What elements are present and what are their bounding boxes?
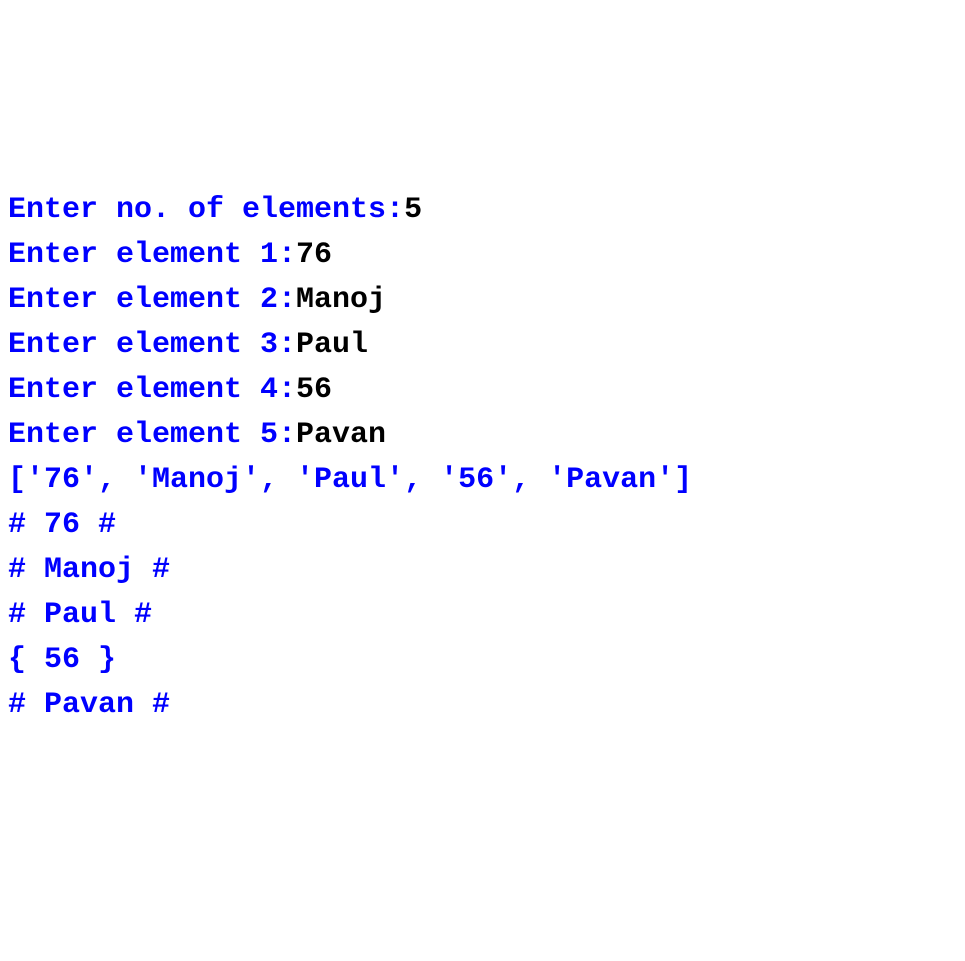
input-line-4: Enter element 3:Paul: [8, 323, 957, 368]
output-line-5: { 56 }: [8, 638, 957, 683]
input-line-1: Enter no. of elements:5: [8, 188, 957, 233]
prompt-text: Enter element 3:: [8, 328, 296, 362]
user-input: 5: [404, 193, 422, 227]
user-input: Paul: [296, 328, 368, 362]
input-line-5: Enter element 4:56: [8, 368, 957, 413]
user-input: Manoj: [296, 283, 386, 317]
prompt-text: Enter element 5:: [8, 418, 296, 452]
prompt-text: Enter element 4:: [8, 373, 296, 407]
input-line-3: Enter element 2:Manoj: [8, 278, 957, 323]
prompt-text: Enter element 2:: [8, 283, 296, 317]
input-line-6: Enter element 5:Pavan: [8, 413, 957, 458]
output-line-6: # Pavan #: [8, 683, 957, 728]
prompt-text: Enter no. of elements:: [8, 193, 404, 227]
user-input: 56: [296, 373, 332, 407]
prompt-text: Enter element 1:: [8, 238, 296, 272]
user-input: Pavan: [296, 418, 386, 452]
output-line-4: # Paul #: [8, 593, 957, 638]
output-line-1: ['76', 'Manoj', 'Paul', '56', 'Pavan']: [8, 458, 957, 503]
output-line-3: # Manoj #: [8, 548, 957, 593]
output-line-2: # 76 #: [8, 503, 957, 548]
input-line-2: Enter element 1:76: [8, 233, 957, 278]
user-input: 76: [296, 238, 332, 272]
terminal-output: Enter no. of elements:5Enter element 1:7…: [8, 188, 957, 728]
